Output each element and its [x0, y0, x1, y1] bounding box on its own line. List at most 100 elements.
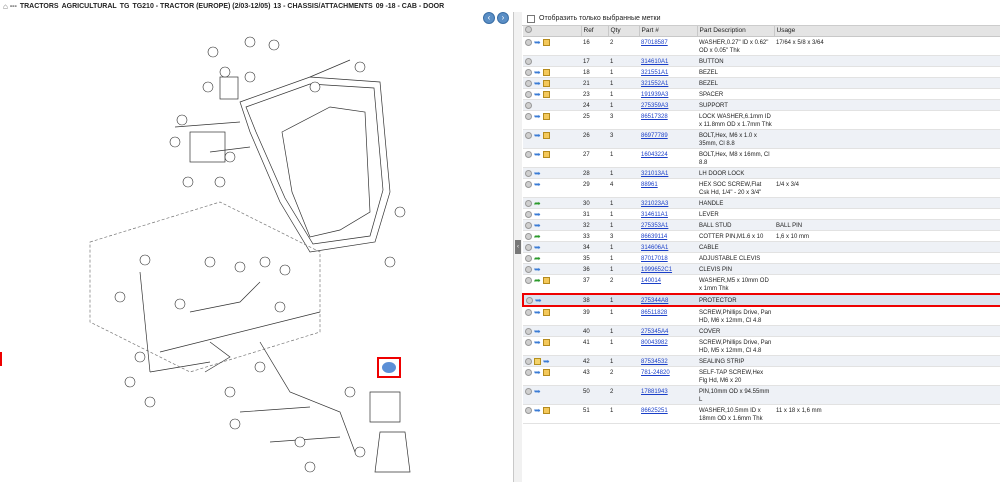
- part-number-link[interactable]: 781-24820: [641, 370, 670, 376]
- cell-part[interactable]: 86977789: [639, 129, 697, 149]
- table-row[interactable]: ➥ 23 1 191939A3 SPACER: [523, 88, 1000, 100]
- collapse-arrow-icon[interactable]: ‹: [515, 240, 521, 254]
- select-row-icon[interactable]: [525, 254, 532, 262]
- go-to-part-icon[interactable]: ➥: [534, 79, 541, 87]
- part-number-link[interactable]: 275344A8: [641, 298, 668, 304]
- cell-part[interactable]: 86511828: [639, 305, 697, 326]
- folder-icon[interactable]: [534, 357, 541, 365]
- cell-part[interactable]: 321013A1: [639, 167, 697, 179]
- table-row[interactable]: ➥ 42 1 87534532 SEALING STRIP: [523, 355, 1000, 367]
- select-row-icon[interactable]: [525, 131, 532, 139]
- header-ref[interactable]: Ref: [581, 26, 609, 37]
- add-to-cart-icon[interactable]: [543, 276, 550, 284]
- part-number-link[interactable]: 86625251: [641, 408, 668, 414]
- go-to-part-icon[interactable]: ➥: [534, 38, 541, 46]
- table-row[interactable]: ➥ 40 1 275345A4 COVER: [523, 325, 1000, 337]
- select-row-icon[interactable]: [526, 296, 533, 304]
- part-number-link[interactable]: 87018587: [641, 40, 668, 46]
- add-to-cart-icon[interactable]: [543, 68, 550, 76]
- select-row-icon[interactable]: [525, 357, 532, 365]
- table-row[interactable]: ➥ 28 1 321013A1 LH DOOR LOCK: [523, 167, 1000, 179]
- table-row[interactable]: ➦ 37 2 140014 WASHER,M5 x 10mm OD x 1mm Thk: [523, 274, 1000, 294]
- breadcrumb-item[interactable]: TG: [120, 3, 130, 10]
- cell-part[interactable]: 87018587: [639, 36, 697, 56]
- go-to-part-icon[interactable]: ➥: [534, 68, 541, 76]
- go-to-part-icon[interactable]: ➥: [534, 90, 541, 98]
- part-number-link[interactable]: 275353A1: [641, 223, 668, 229]
- cell-part[interactable]: 17881943: [639, 385, 697, 405]
- header-qty[interactable]: Qty: [608, 26, 640, 37]
- table-row[interactable]: ➥ 34 1 314606A1 CABLE: [523, 241, 1000, 253]
- select-row-icon[interactable]: [525, 180, 532, 188]
- table-row[interactable]: ➥ 29 4 88961 HEX SOC SCREW,Flat Csk Hd, 1/4"…: [523, 178, 1000, 198]
- go-to-part-icon[interactable]: ➥: [534, 210, 541, 218]
- cell-part[interactable]: 275359A3: [639, 99, 697, 111]
- table-row[interactable]: ➥ 25 3 86517328 LOCK WASHER,6.1mm ID x 11.8m…: [523, 110, 1000, 130]
- cell-part[interactable]: 87017018: [639, 252, 697, 264]
- table-row[interactable]: ➥ 43 2 781-24820 SELF-TAP SCREW,Hex Flg Hd, …: [523, 366, 1000, 386]
- add-to-cart-icon[interactable]: [543, 79, 550, 87]
- select-row-icon[interactable]: [525, 101, 532, 109]
- home-icon[interactable]: ⌂: [3, 2, 8, 11]
- go-to-part-icon[interactable]: ➥: [534, 406, 541, 414]
- breadcrumb-item[interactable]: AGRICULTURAL: [62, 3, 117, 10]
- select-row-icon[interactable]: [525, 210, 532, 218]
- go-to-part-icon[interactable]: ➥: [534, 338, 541, 346]
- linked-part-icon[interactable]: ➦: [534, 254, 541, 262]
- select-row-icon[interactable]: [525, 232, 532, 240]
- go-to-part-icon[interactable]: ➥: [534, 368, 541, 376]
- part-number-link[interactable]: 86517328: [641, 114, 668, 120]
- table-row[interactable]: ➥ 39 1 86511828 SCREW,Phillips Drive, Pan HD…: [523, 305, 1000, 326]
- part-number-link[interactable]: 275359A3: [641, 103, 668, 109]
- cell-part[interactable]: 16043224: [639, 148, 697, 168]
- select-row-icon[interactable]: [525, 276, 532, 284]
- part-number-link[interactable]: 321023A3: [641, 201, 668, 207]
- cell-part[interactable]: 321551A1: [639, 66, 697, 78]
- part-number-link[interactable]: 86511828: [641, 310, 667, 316]
- cell-part[interactable]: 191939A3: [639, 88, 697, 100]
- add-to-cart-icon[interactable]: [543, 308, 550, 316]
- part-number-link[interactable]: 1999652C1: [641, 267, 672, 273]
- protector-highlight[interactable]: [377, 357, 401, 378]
- cell-part[interactable]: 314606A1: [639, 241, 697, 253]
- part-number-link[interactable]: 86977789: [641, 133, 668, 139]
- cell-part[interactable]: 314611A1: [639, 208, 697, 220]
- select-row-icon[interactable]: [525, 368, 532, 376]
- part-number-link[interactable]: 321551A1: [641, 70, 668, 76]
- cell-part[interactable]: 140014: [639, 274, 697, 294]
- select-row-icon[interactable]: [525, 169, 532, 177]
- select-row-icon[interactable]: [525, 406, 532, 414]
- linked-part-icon[interactable]: ➦: [534, 199, 541, 207]
- part-number-link[interactable]: 88961: [641, 182, 658, 188]
- table-row[interactable]: ➦ 33 3 86639114 COTTER PIN,M1.6 x 10 1,6 x 10…: [523, 230, 1000, 242]
- table-row[interactable]: ➦ 30 1 321023A3 HANDLE: [523, 197, 1000, 209]
- select-row-icon[interactable]: [525, 38, 532, 46]
- cell-part[interactable]: 86625251: [639, 404, 697, 424]
- cell-part[interactable]: 275353A1: [639, 219, 697, 231]
- part-number-link[interactable]: 140014: [641, 278, 661, 284]
- select-row-icon[interactable]: [525, 79, 532, 87]
- cell-part[interactable]: 781-24820: [639, 366, 697, 386]
- add-to-cart-icon[interactable]: [543, 150, 550, 158]
- part-number-link[interactable]: 80043982: [641, 340, 668, 346]
- add-to-cart-icon[interactable]: [543, 90, 550, 98]
- part-number-link[interactable]: 191939A3: [641, 92, 668, 98]
- part-number-link[interactable]: 87017018: [641, 256, 668, 262]
- go-to-part-icon[interactable]: ➥: [534, 150, 541, 158]
- part-number-link[interactable]: 321552A1: [641, 81, 668, 87]
- add-to-cart-icon[interactable]: [543, 406, 550, 414]
- breadcrumb-item[interactable]: TRACTORS: [20, 3, 59, 10]
- table-row[interactable]: ➥ 16 2 87018587 WASHER,0.27" ID x 0.62" OD x…: [523, 36, 1000, 56]
- table-row[interactable]: 24 1 275359A3 SUPPORT: [523, 99, 1000, 111]
- table-row[interactable]: ➥ 27 1 16043224 BOLT,Hex, M8 x 16mm, Cl 8.8: [523, 148, 1000, 168]
- cell-part[interactable]: 87534532: [639, 355, 697, 367]
- table-row[interactable]: ➥ 51 1 86625251 WASHER,10.5mm ID x 18mm OD x…: [523, 404, 1000, 424]
- add-to-cart-icon[interactable]: [543, 38, 550, 46]
- header-part[interactable]: Part #: [639, 26, 698, 37]
- part-number-link[interactable]: 16043224: [641, 152, 668, 158]
- cell-part[interactable]: 321023A3: [639, 197, 697, 209]
- part-number-link[interactable]: 314606A1: [641, 245, 668, 251]
- breadcrumb-item[interactable]: ---: [10, 3, 17, 10]
- table-row[interactable]: ➥ 26 3 86977789 BOLT,Hex, M6 x 1.0 x 35mm, C…: [523, 129, 1000, 149]
- table-row[interactable]: ➥ 31 1 314611A1 LEVER: [523, 208, 1000, 220]
